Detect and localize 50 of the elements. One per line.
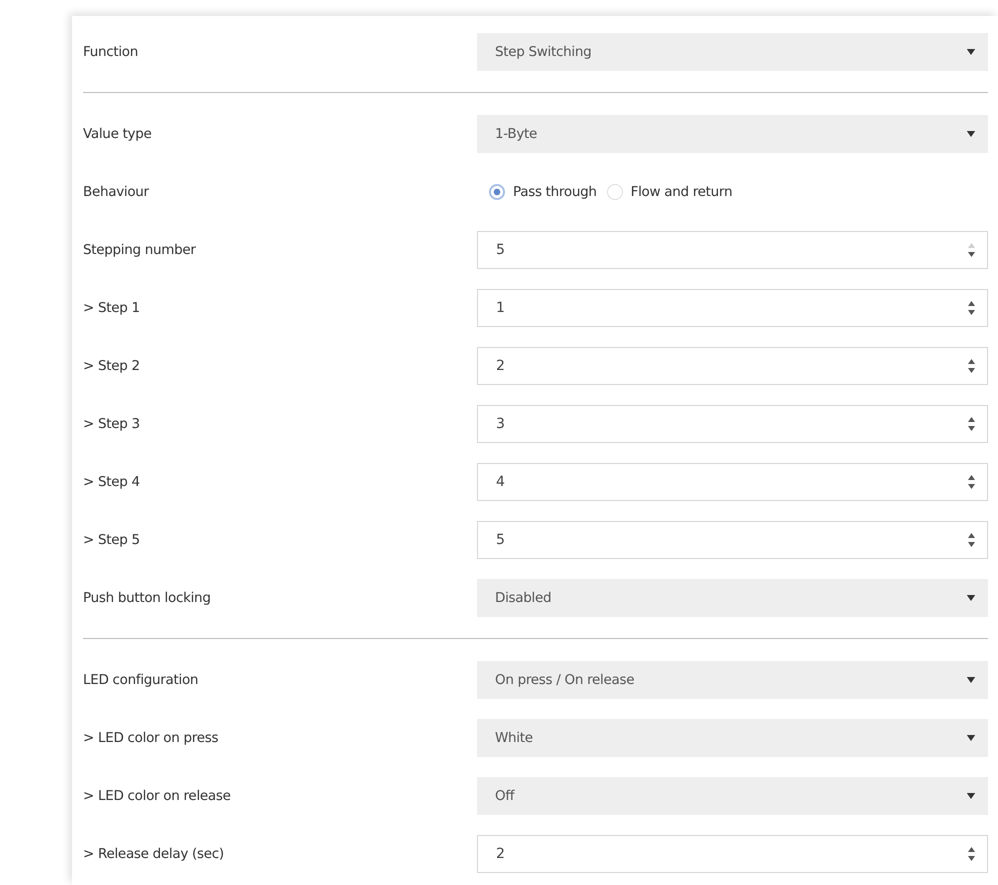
number-input[interactable]: 2 bbox=[477, 835, 988, 873]
spin-up-icon[interactable] bbox=[968, 417, 975, 422]
dropdown[interactable]: 1-Byte bbox=[477, 115, 988, 153]
field-label: Function bbox=[83, 44, 140, 60]
spin-down-icon[interactable] bbox=[968, 252, 975, 257]
dropdown[interactable]: Disabled bbox=[477, 579, 988, 617]
number-input[interactable]: 4 bbox=[477, 463, 988, 501]
dropdown-arrow-icon[interactable] bbox=[966, 735, 976, 741]
radio-label[interactable]: Pass through bbox=[513, 184, 597, 200]
dropdown-arrow-icon[interactable] bbox=[966, 49, 976, 55]
dropdown[interactable]: Off bbox=[477, 777, 988, 815]
spin-up-icon[interactable] bbox=[968, 359, 975, 364]
number-input[interactable]: 5 bbox=[477, 521, 988, 559]
dropdown-arrow-icon[interactable] bbox=[966, 595, 976, 601]
number-input[interactable]: 2 bbox=[477, 347, 988, 385]
field-label: Value type bbox=[83, 126, 153, 142]
dropdown-arrow-icon[interactable] bbox=[966, 793, 976, 799]
dropdown[interactable]: Step Switching bbox=[477, 33, 988, 71]
field-label: > Step 5 bbox=[83, 532, 141, 548]
dropdown-arrow-icon[interactable] bbox=[966, 131, 976, 137]
spin-up-icon[interactable] bbox=[968, 301, 975, 306]
spin-down-icon[interactable] bbox=[968, 484, 975, 489]
field-label: LED configuration bbox=[83, 672, 200, 688]
field-label: Stepping number bbox=[83, 242, 197, 258]
spin-up-icon[interactable] bbox=[968, 847, 975, 852]
dropdown-arrow-icon[interactable] bbox=[966, 677, 976, 683]
number-input[interactable]: 5 bbox=[477, 231, 988, 269]
number-input[interactable]: 1 bbox=[477, 289, 988, 327]
dropdown[interactable]: On press / On release bbox=[477, 661, 988, 699]
field-label: > Step 1 bbox=[83, 300, 141, 316]
field-label: > LED color on release bbox=[83, 788, 232, 804]
spin-down-icon[interactable] bbox=[968, 856, 975, 861]
field-label: Push button locking bbox=[83, 590, 212, 606]
field-label: > Step 3 bbox=[83, 416, 141, 432]
spin-down-icon[interactable] bbox=[968, 368, 975, 373]
number-input[interactable]: 3 bbox=[477, 405, 988, 443]
spin-up-icon[interactable] bbox=[968, 475, 975, 480]
field-label: > Step 2 bbox=[83, 358, 141, 374]
field-label: > Release delay (sec) bbox=[83, 846, 225, 862]
radio-button[interactable] bbox=[606, 184, 623, 200]
dropdown[interactable]: White bbox=[477, 719, 988, 757]
spin-up-icon[interactable] bbox=[968, 533, 975, 538]
field-label: Behaviour bbox=[83, 184, 150, 200]
spin-down-icon[interactable] bbox=[968, 542, 975, 547]
spin-down-icon[interactable] bbox=[968, 426, 975, 431]
radio-button[interactable] bbox=[489, 184, 505, 200]
field-label: > LED color on press bbox=[83, 730, 220, 746]
field-label: > Step 4 bbox=[83, 474, 141, 490]
spin-down-icon[interactable] bbox=[968, 310, 975, 315]
radio-label[interactable]: Flow and return bbox=[630, 184, 732, 200]
